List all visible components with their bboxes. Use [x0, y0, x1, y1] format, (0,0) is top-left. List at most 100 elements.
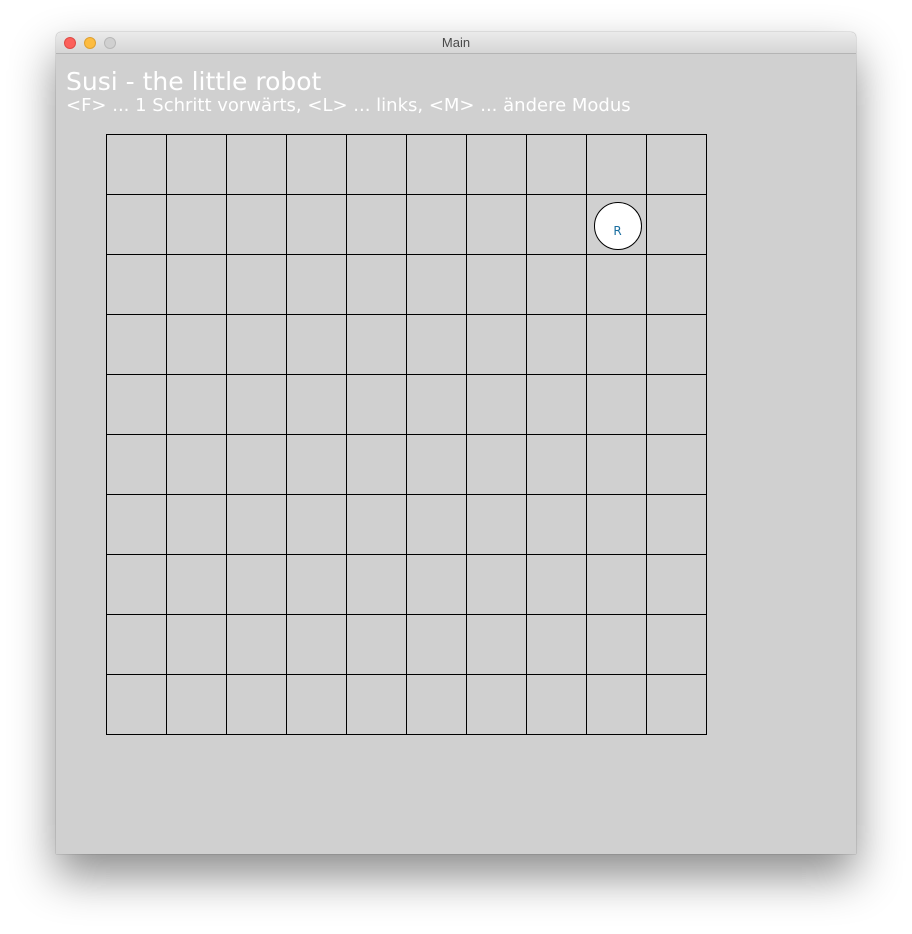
grid-cell — [286, 314, 347, 375]
grid-cell — [466, 434, 527, 495]
grid-cell — [646, 374, 707, 435]
grid-cell — [406, 254, 467, 315]
grid-cell — [406, 194, 467, 255]
grid-cell — [466, 614, 527, 675]
grid-cell — [526, 614, 587, 675]
grid-cell — [586, 494, 647, 555]
grid-cell — [226, 674, 287, 735]
grid-cell — [526, 254, 587, 315]
grid-cell — [646, 434, 707, 495]
grid-cell — [586, 554, 647, 615]
grid-cell — [526, 434, 587, 495]
grid-cell — [166, 494, 227, 555]
grid-cell — [646, 554, 707, 615]
grid-cell — [406, 434, 467, 495]
grid-cell — [166, 434, 227, 495]
grid-cell — [106, 374, 167, 435]
grid-cell — [286, 614, 347, 675]
grid-cell — [646, 194, 707, 255]
grid-cell — [226, 254, 287, 315]
grid-cell — [286, 374, 347, 435]
grid-cell — [406, 314, 467, 375]
grid-cell — [526, 374, 587, 435]
grid-cell — [346, 314, 407, 375]
grid-cell — [106, 554, 167, 615]
grid-cell — [286, 434, 347, 495]
grid-cell — [406, 614, 467, 675]
grid-cell — [646, 134, 707, 195]
grid-cell — [586, 434, 647, 495]
grid-cell — [226, 554, 287, 615]
grid-cell — [526, 134, 587, 195]
grid-cell — [526, 314, 587, 375]
grid-cell — [526, 674, 587, 735]
grid-cell — [226, 614, 287, 675]
grid-cell — [406, 374, 467, 435]
grid-cell — [646, 674, 707, 735]
grid-cell — [466, 254, 527, 315]
keyboard-instructions: <F> ... 1 Schritt vorwärts, <L> ... link… — [66, 95, 631, 116]
grid-cell — [646, 494, 707, 555]
grid-cell — [226, 494, 287, 555]
grid-cell — [406, 674, 467, 735]
grid-cell — [346, 434, 407, 495]
grid-cell — [166, 254, 227, 315]
grid-cell — [646, 314, 707, 375]
grid-cell — [286, 674, 347, 735]
robot-grid[interactable]: R — [106, 134, 707, 735]
window-title: Main — [441, 35, 471, 50]
canvas-area[interactable]: Susi - the little robot <F> ... 1 Schrit… — [56, 54, 856, 854]
grid-cell — [286, 254, 347, 315]
grid-cell — [346, 194, 407, 255]
grid-cell — [346, 134, 407, 195]
grid-cell — [226, 434, 287, 495]
grid-cell — [526, 494, 587, 555]
grid-cell — [586, 254, 647, 315]
grid-cell — [586, 314, 647, 375]
grid-cell — [466, 374, 527, 435]
grid-cell — [106, 434, 167, 495]
grid-cell — [466, 674, 527, 735]
grid-cell — [286, 554, 347, 615]
robot-token: R — [593, 201, 642, 250]
grid-cell — [466, 134, 527, 195]
app-heading: Susi - the little robot — [66, 67, 322, 96]
grid-cell — [346, 554, 407, 615]
grid-cell — [646, 254, 707, 315]
grid-cell — [526, 554, 587, 615]
grid-cell — [586, 134, 647, 195]
grid-cell — [586, 614, 647, 675]
grid-cell — [106, 494, 167, 555]
grid-cell — [286, 194, 347, 255]
grid-cell — [166, 554, 227, 615]
grid-cell — [106, 674, 167, 735]
grid-cell — [166, 674, 227, 735]
grid-cell — [466, 314, 527, 375]
grid-cell — [586, 674, 647, 735]
grid-cell — [346, 374, 407, 435]
grid-cell — [106, 194, 167, 255]
grid-cell — [166, 614, 227, 675]
grid-cell — [226, 374, 287, 435]
grid-cell — [226, 134, 287, 195]
grid-cell — [226, 314, 287, 375]
grid-cell — [106, 614, 167, 675]
grid-cell — [166, 194, 227, 255]
grid-cell — [346, 674, 407, 735]
grid-cell — [466, 554, 527, 615]
grid-cell — [346, 494, 407, 555]
title-bar[interactable]: Main — [56, 32, 856, 54]
grid-cell — [586, 374, 647, 435]
grid-cell — [166, 374, 227, 435]
grid-cell — [466, 494, 527, 555]
grid-cell — [526, 194, 587, 255]
grid-cell — [346, 614, 407, 675]
grid-cell — [406, 134, 467, 195]
grid-cell — [226, 194, 287, 255]
grid-cell — [106, 134, 167, 195]
grid-cell — [286, 134, 347, 195]
robot-label: R — [613, 223, 622, 238]
grid-cell — [406, 494, 467, 555]
grid-cell — [106, 314, 167, 375]
grid-cell — [286, 494, 347, 555]
